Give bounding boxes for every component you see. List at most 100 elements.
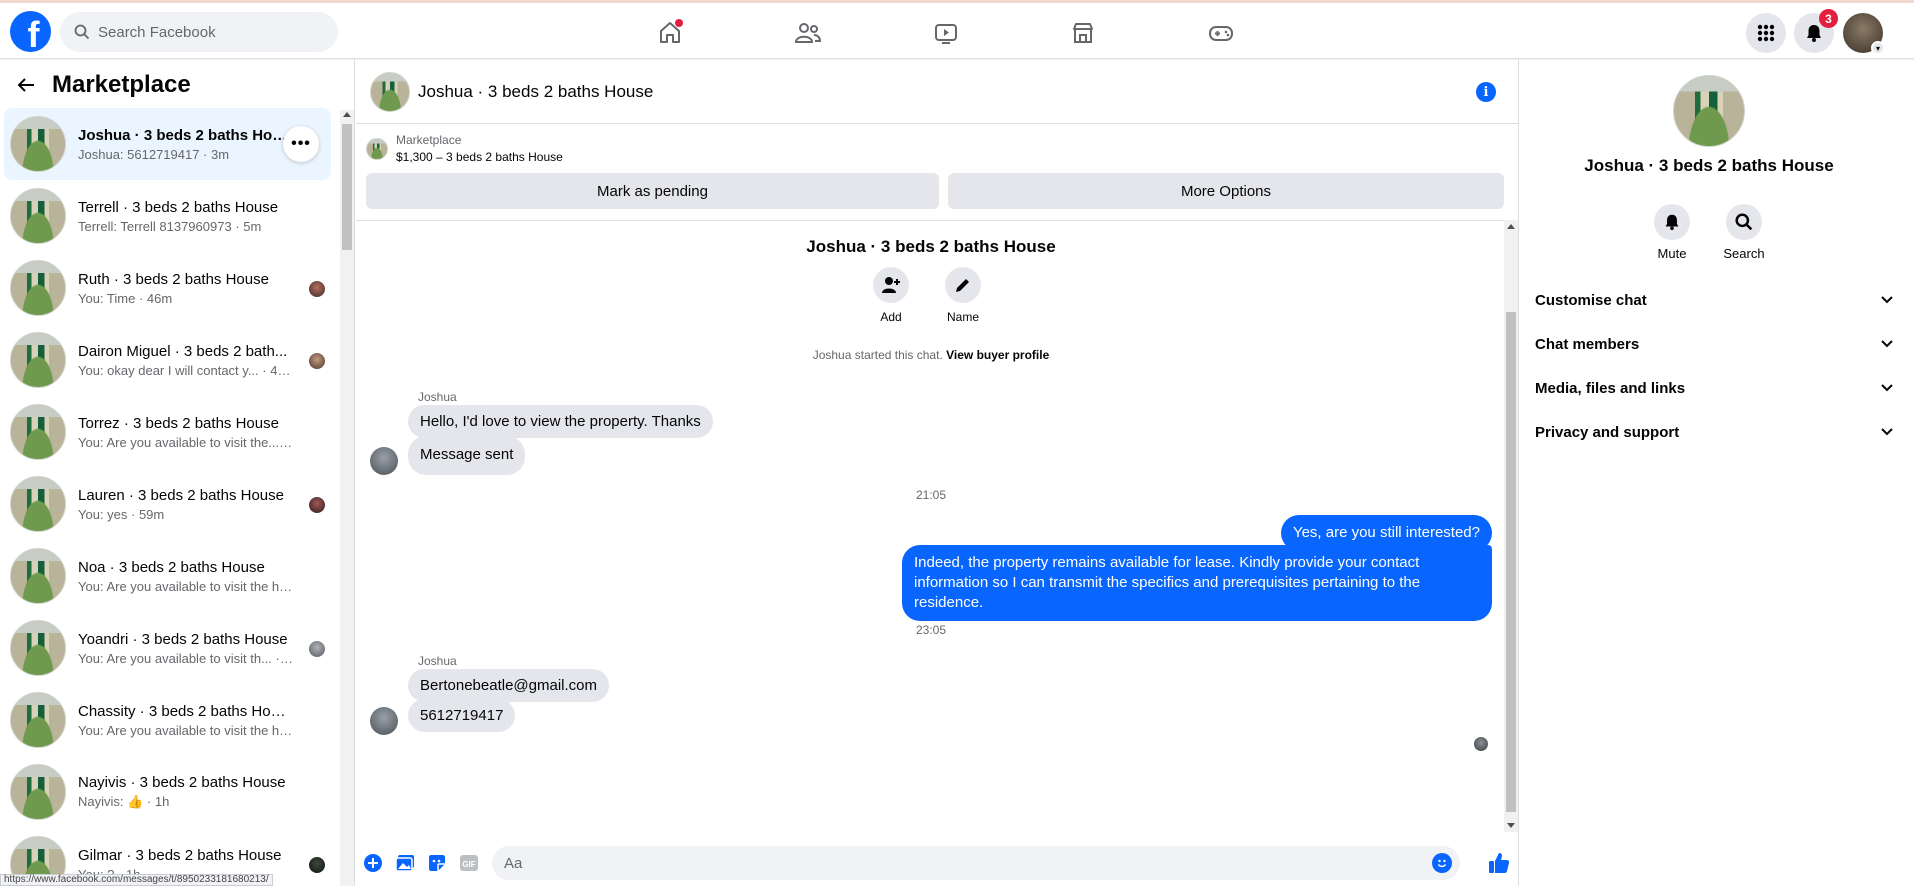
sidebar-scrollbar[interactable] <box>340 110 354 886</box>
sender-avatar[interactable] <box>370 707 398 735</box>
search-box[interactable] <box>60 12 338 52</box>
scrollbar-thumb[interactable] <box>1506 312 1516 812</box>
nav-home[interactable] <box>650 13 690 53</box>
listing-thumbnail <box>10 404 66 460</box>
listing-thumbnail <box>10 548 66 604</box>
add-person-icon <box>882 277 900 293</box>
listing-thumbnail <box>10 116 66 172</box>
chevron-down-icon <box>1879 380 1895 396</box>
menu-button[interactable] <box>1746 13 1786 53</box>
message-input-box[interactable] <box>492 846 1460 880</box>
chat-title[interactable]: Joshua · 3 beds 2 baths House <box>418 82 653 102</box>
message-composer: GIF <box>356 840 1518 886</box>
search-in-chat-button[interactable] <box>1726 204 1762 240</box>
conversation-item[interactable]: Dairon Miguel · 3 beds 2 bath... You: oka… <box>4 324 331 396</box>
incoming-message[interactable]: Message sent <box>408 436 526 475</box>
mute-button[interactable] <box>1654 204 1690 240</box>
conversation-preview: You: Are you available to visit the... ·… <box>78 434 293 450</box>
timestamp-separator: 23:05 <box>915 623 947 637</box>
back-button[interactable] <box>14 73 38 97</box>
chat-header: Joshua · 3 beds 2 baths House i <box>356 60 1518 124</box>
privacy-support-row[interactable]: Privacy and support <box>1535 410 1895 454</box>
sticker-icon <box>429 855 445 871</box>
friends-icon <box>794 23 822 43</box>
more-actions-button[interactable] <box>362 852 384 874</box>
nav-marketplace[interactable] <box>1063 13 1103 53</box>
row-label: Chat members <box>1535 335 1640 353</box>
read-receipt-avatar <box>1474 737 1488 751</box>
search-icon <box>74 24 90 40</box>
account-avatar[interactable]: ▾ <box>1843 13 1885 55</box>
chat-started-notice: Joshua started this chat. View buyer pro… <box>356 348 1506 362</box>
conversation-item[interactable]: Chassity · 3 beds 2 baths House You: Are … <box>4 684 331 756</box>
conversation-name: Chassity · 3 beds 2 baths House <box>78 702 293 720</box>
conversation-item[interactable]: Lauren · 3 beds 2 baths House You: yes · … <box>4 468 331 540</box>
nav-friends[interactable] <box>788 13 828 53</box>
gif-button[interactable]: GIF <box>458 852 480 874</box>
chat-listing-thumbnail[interactable] <box>370 71 410 112</box>
conversation-name: Gilmar · 3 beds 2 baths House <box>78 846 282 864</box>
listing-summary[interactable]: Marketplace $1,300 – 3 beds 2 baths Hous… <box>366 133 563 164</box>
facebook-logo[interactable]: f <box>10 11 51 52</box>
scroll-down-arrow[interactable] <box>1507 823 1515 828</box>
customise-chat-row[interactable]: Customise chat <box>1535 278 1895 322</box>
row-label: Media, files and links <box>1535 379 1686 397</box>
conversation-details-panel: Joshua · 3 beds 2 baths House Mute Searc… <box>1518 60 1914 886</box>
notifications-button[interactable]: 3 <box>1794 9 1838 53</box>
search-input[interactable] <box>98 23 318 41</box>
conversation-item[interactable]: Noa · 3 beds 2 baths House You: Are you a… <box>4 540 331 612</box>
add-person-button[interactable] <box>873 267 909 303</box>
media-files-links-row[interactable]: Media, files and links <box>1535 366 1895 410</box>
chat-members-row[interactable]: Chat members <box>1535 322 1895 366</box>
conversation-item[interactable]: Terrell · 3 beds 2 baths House Terrell: T… <box>4 180 331 252</box>
conversation-name: Dairon Miguel · 3 beds 2 bath... <box>78 342 288 360</box>
sticker-button[interactable] <box>426 852 448 874</box>
sender-avatar[interactable] <box>370 447 398 475</box>
marketplace-sidebar: Marketplace Joshua · 3 beds 2 baths Hous… <box>0 60 355 886</box>
edit-name-button[interactable] <box>945 267 981 303</box>
listing-thumbnail <box>10 692 66 748</box>
incoming-message[interactable]: 5612719417 <box>408 699 516 732</box>
conversation-preview: Nayivis: 👍 · 1h <box>78 794 170 809</box>
info-icon[interactable]: i <box>1476 82 1496 102</box>
photo-icon <box>395 855 414 872</box>
listing-mini-thumbnail <box>366 137 388 160</box>
more-options-button[interactable]: More Options <box>948 173 1504 209</box>
listing-thumbnail <box>10 260 66 316</box>
conversation-item[interactable]: Ruth · 3 beds 2 baths House You: Time · 4… <box>4 252 331 324</box>
message-thread: Joshua · 3 beds 2 baths House Add Name J… <box>356 220 1518 886</box>
conversation-item[interactable]: Nayivis · 3 beds 2 baths House Nayivis: 👍… <box>4 756 331 828</box>
status-bar-url: https://www.facebook.com/messages/t/8950… <box>0 874 273 886</box>
conversation-list: Joshua · 3 beds 2 baths House Joshua: 561… <box>4 108 331 886</box>
emoji-button[interactable] <box>1432 853 1452 873</box>
conversation-name: Lauren · 3 beds 2 baths House <box>78 486 284 504</box>
incoming-message[interactable]: Bertonebeatle@gmail.com <box>408 669 609 702</box>
incoming-message[interactable]: Hello, I'd love to view the property. Th… <box>408 405 713 438</box>
sidebar-title: Marketplace <box>52 71 191 98</box>
conversation-more-button[interactable]: ••• <box>283 126 319 162</box>
conversation-item[interactable]: Yoandri · 3 beds 2 baths House You: Are y… <box>4 612 331 684</box>
outgoing-message[interactable]: Indeed, the property remains available f… <box>902 545 1492 621</box>
attach-photo-button[interactable] <box>394 852 416 874</box>
conversation-item[interactable]: Joshua · 3 beds 2 baths House Joshua: 561… <box>4 108 331 180</box>
details-listing-avatar[interactable] <box>1673 75 1745 147</box>
message-input[interactable] <box>504 854 1404 872</box>
seen-avatar <box>309 281 325 297</box>
scroll-up-arrow[interactable] <box>343 112 351 117</box>
conversation-preview: You: Are you available to visit the h...… <box>78 578 293 594</box>
chat-scrollbar[interactable] <box>1504 220 1518 832</box>
nav-gaming[interactable] <box>1201 13 1241 53</box>
nav-watch[interactable] <box>926 13 966 53</box>
conversation-item[interactable]: Torrez · 3 beds 2 baths House You: Are yo… <box>4 396 331 468</box>
scroll-up-arrow[interactable] <box>1507 224 1515 229</box>
seen-avatar <box>309 497 325 513</box>
row-label: Customise chat <box>1535 291 1647 309</box>
conversation-name: Torrez · 3 beds 2 baths House <box>78 414 279 432</box>
like-send-button[interactable] <box>1486 850 1512 876</box>
scrollbar-thumb[interactable] <box>342 124 352 250</box>
view-buyer-profile-link[interactable]: View buyer profile <box>946 348 1049 362</box>
listing-thumbnail <box>10 620 66 676</box>
mark-as-pending-button[interactable]: Mark as pending <box>366 173 939 209</box>
timestamp-separator: 21:05 <box>915 488 947 502</box>
chevron-down-icon: ▾ <box>1871 41 1885 55</box>
